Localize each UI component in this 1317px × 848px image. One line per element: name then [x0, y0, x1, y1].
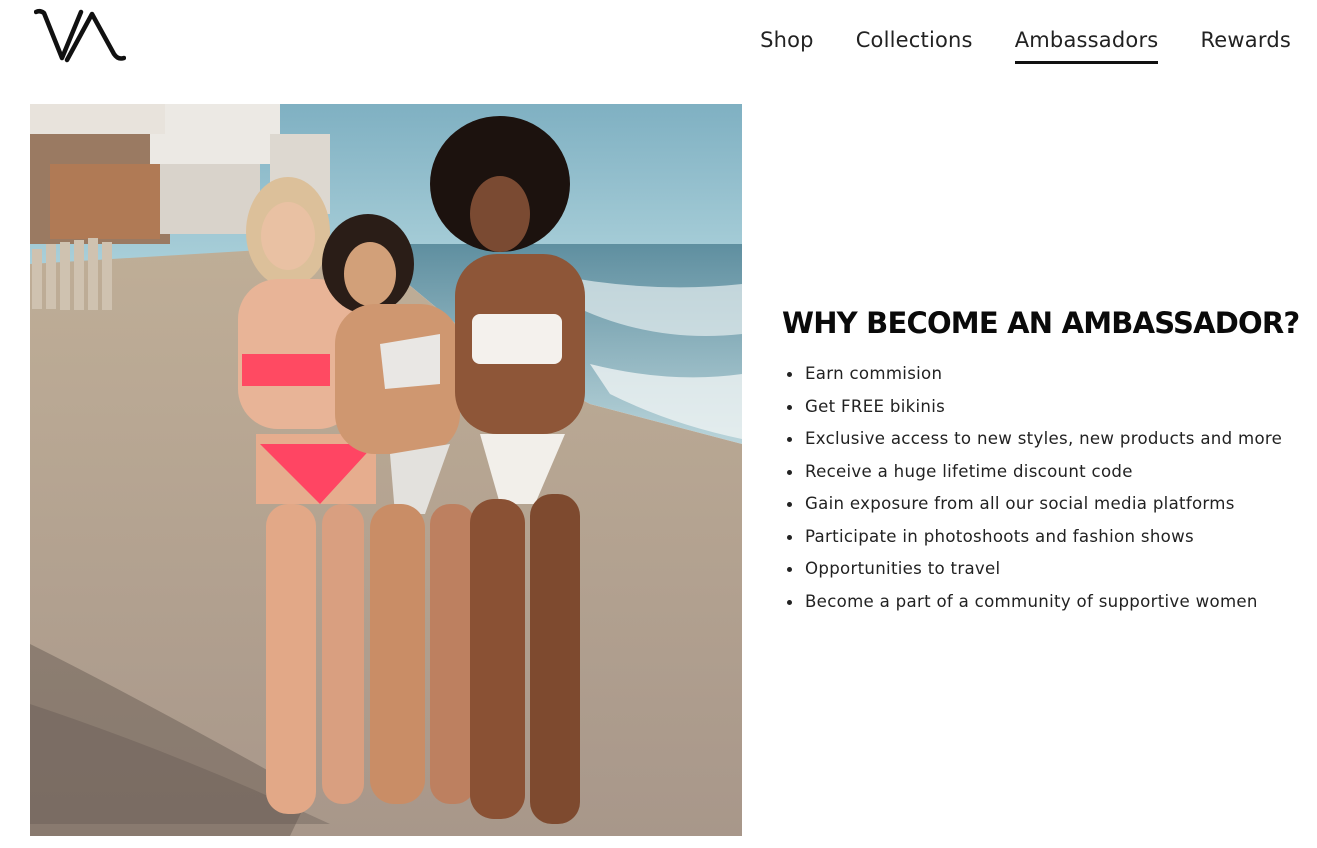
nav-item-rewards[interactable]: Rewards	[1200, 26, 1291, 64]
site-header: Shop Collections Ambassadors Rewards	[0, 0, 1317, 90]
nav-item-shop[interactable]: Shop	[760, 26, 814, 64]
beach-photo-illustration	[30, 104, 742, 836]
list-item: Participate in photoshoots and fashion s…	[782, 525, 1302, 558]
section-heading: WHY BECOME AN AMBASSADOR?	[782, 306, 1300, 340]
hero-image	[30, 104, 742, 836]
brand-logo[interactable]	[33, 8, 127, 66]
list-item: Opportunities to travel	[782, 557, 1302, 590]
nav-item-collections[interactable]: Collections	[856, 26, 973, 64]
list-item: Get FREE bikinis	[782, 395, 1302, 428]
va-logo-icon	[33, 8, 127, 63]
list-item: Exclusive access to new styles, new prod…	[782, 427, 1302, 460]
main-nav: Shop Collections Ambassadors Rewards	[718, 26, 1291, 64]
list-item: Gain exposure from all our social media …	[782, 492, 1302, 525]
list-item: Receive a huge lifetime discount code	[782, 460, 1302, 493]
nav-item-ambassadors[interactable]: Ambassadors	[1014, 26, 1159, 64]
list-item: Earn commision	[782, 362, 1302, 395]
list-item: Become a part of a community of supporti…	[782, 590, 1302, 623]
ambassador-benefits-section: WHY BECOME AN AMBASSADOR? Earn commision…	[782, 306, 1302, 622]
benefits-list: Earn commision Get FREE bikinis Exclusiv…	[782, 362, 1302, 622]
